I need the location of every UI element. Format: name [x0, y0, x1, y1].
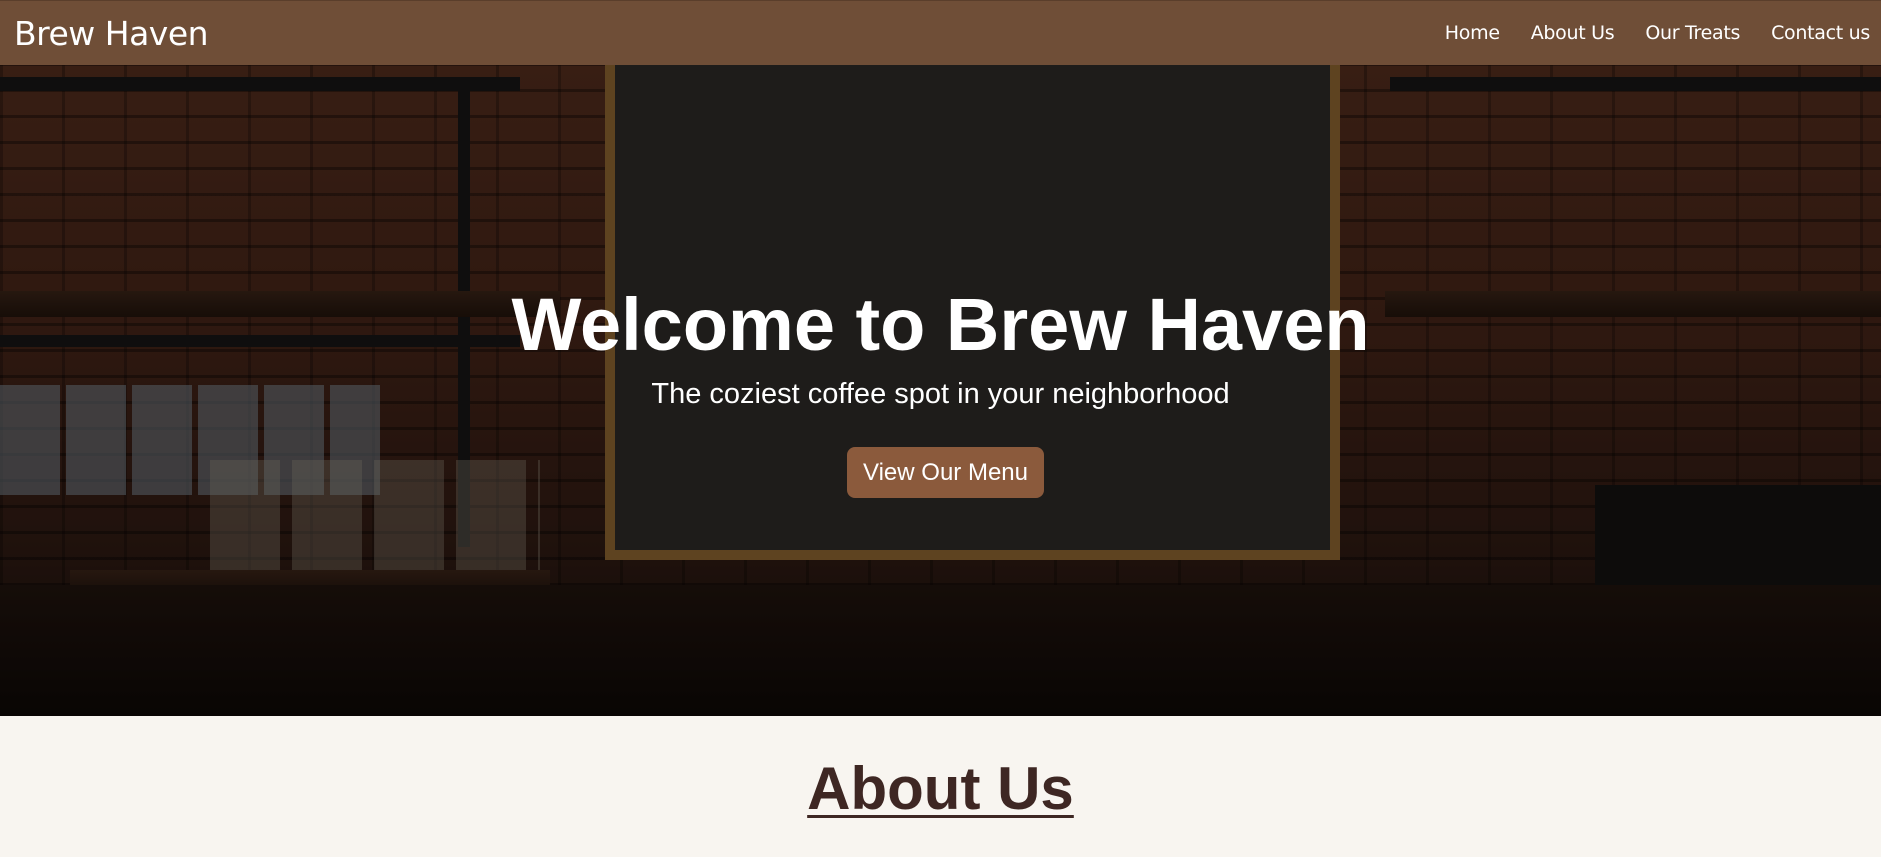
nav-link-about-us[interactable]: About Us [1531, 22, 1615, 44]
nav-link-contact-us[interactable]: Contact us [1771, 22, 1870, 44]
nav-link-our-treats[interactable]: Our Treats [1645, 22, 1740, 44]
nav-links: Home About Us Our Treats Contact us [1445, 22, 1871, 44]
brand-logo[interactable]: Brew Haven [14, 14, 209, 53]
about-section: About Us [0, 716, 1881, 857]
view-menu-button[interactable]: View Our Menu [847, 447, 1044, 498]
hero-section: Welcome to Brew Haven The coziest coffee… [0, 65, 1881, 716]
hero-content: Welcome to Brew Haven The coziest coffee… [0, 65, 1881, 716]
navbar: Brew Haven Home About Us Our Treats Cont… [0, 0, 1881, 65]
nav-link-home[interactable]: Home [1445, 22, 1500, 44]
hero-subtitle: The coziest coffee spot in your neighbor… [651, 378, 1230, 410]
hero-title: Welcome to Brew Haven [511, 283, 1370, 366]
about-title: About Us [807, 755, 1074, 822]
